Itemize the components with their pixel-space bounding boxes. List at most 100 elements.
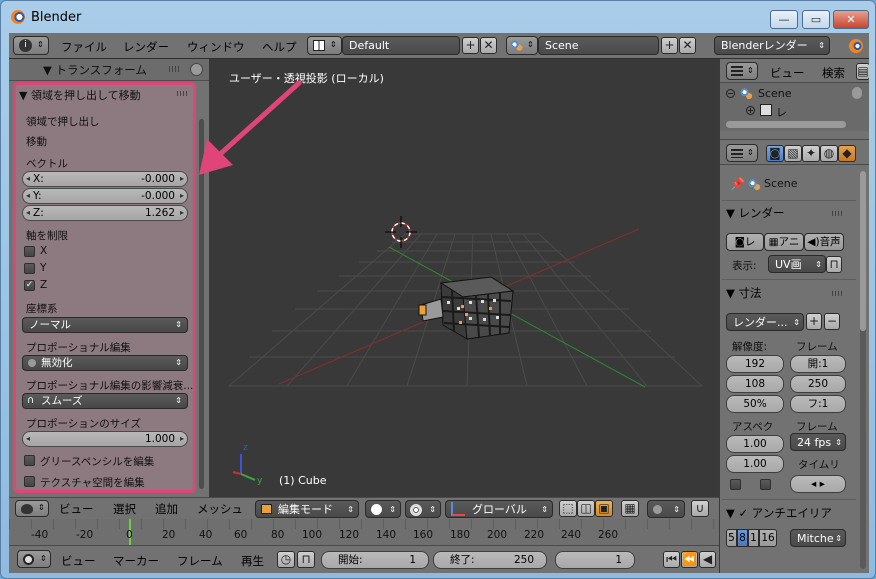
timeline-menu-marker[interactable]: マーカー bbox=[113, 553, 159, 569]
outliner-scene-item[interactable]: Scene bbox=[758, 87, 792, 100]
aa-samples-5[interactable]: 5 bbox=[726, 529, 737, 547]
render-engine-select[interactable]: Blenderレンダー ⇕ bbox=[714, 36, 830, 55]
add-icon[interactable]: + bbox=[462, 37, 479, 54]
aa-samples-8[interactable]: 8 bbox=[737, 529, 748, 547]
minimize-button[interactable]: — bbox=[770, 10, 798, 29]
resolution-percent-field[interactable]: 50% bbox=[726, 395, 784, 413]
menu-window[interactable]: ウィンドウ bbox=[187, 39, 245, 55]
resolution-x-field[interactable]: 192 bbox=[726, 355, 784, 373]
display-select[interactable]: UV画 ⇕ bbox=[768, 255, 826, 273]
display-mode-icon[interactable]: ▤ bbox=[856, 63, 869, 80]
collapse-icon[interactable]: − bbox=[726, 89, 735, 98]
lock-icon[interactable]: ⊓ bbox=[297, 551, 315, 568]
properties-scrollbar[interactable] bbox=[860, 171, 866, 569]
viewport-menu-select[interactable]: 選択 bbox=[113, 501, 136, 517]
render-audio-button[interactable]: ◀)音声 bbox=[804, 233, 844, 251]
frame-end-field[interactable]: 250 bbox=[790, 375, 846, 393]
outliner-vscroll[interactable] bbox=[852, 87, 862, 99]
constraint-y-checkbox[interactable] bbox=[24, 263, 35, 274]
render-preset-select[interactable]: レンダー... ⇕ bbox=[726, 313, 804, 331]
render-image-button[interactable]: ◙レ bbox=[726, 233, 764, 251]
proportional-edit-select[interactable]: ⇕ bbox=[647, 500, 685, 518]
close-icon[interactable]: ✕ bbox=[480, 37, 497, 54]
vector-z-field[interactable]: ◂ Z: 1.262 ▸ bbox=[22, 205, 188, 221]
transform-orientation-select[interactable]: グローバル ⇕ bbox=[445, 500, 553, 518]
object-tab-icon[interactable]: ◆ bbox=[838, 145, 856, 162]
render-animation-button[interactable]: ▦アニ bbox=[764, 233, 804, 251]
editor-type-button[interactable]: ⇕ bbox=[726, 62, 758, 80]
close-button[interactable]: ✕ bbox=[833, 10, 869, 29]
close-icon[interactable]: ✕ bbox=[679, 37, 696, 54]
drag-grip-icon[interactable] bbox=[832, 291, 842, 296]
scene-selector-button[interactable]: ⇕ bbox=[506, 36, 538, 55]
drag-grip-icon[interactable] bbox=[177, 91, 187, 96]
lock-interface-icon[interactable]: ⊓ bbox=[826, 256, 842, 273]
remove-preset-icon[interactable]: − bbox=[824, 313, 840, 330]
aspect-x-field[interactable]: 1.00 bbox=[726, 435, 784, 453]
proportional-size-field[interactable]: ◂ 1.000 ▸ bbox=[22, 431, 188, 447]
render-layers-tab-icon[interactable]: ▧ bbox=[784, 145, 802, 162]
expand-icon[interactable]: + bbox=[746, 106, 755, 115]
menu-help[interactable]: ヘルプ bbox=[262, 39, 297, 55]
dimensions-panel-header[interactable]: ▼ 寸法 bbox=[726, 285, 856, 307]
world-tab-icon[interactable]: ◍ bbox=[820, 145, 838, 162]
pin-icon[interactable] bbox=[190, 63, 203, 76]
scene-tab-icon[interactable]: ✦ bbox=[802, 145, 820, 162]
end-frame-field[interactable]: 終了: 250 bbox=[433, 551, 547, 569]
edge-select-icon[interactable]: ◫ bbox=[577, 500, 595, 517]
start-frame-field[interactable]: 開始: 1 bbox=[321, 551, 429, 569]
pivot-select[interactable]: ⇕ bbox=[405, 500, 441, 518]
jump-start-icon[interactable]: ⏮ bbox=[663, 551, 680, 568]
timeline-ruler[interactable]: -40 -20 0 20 40 60 80 100 120 140 160 18… bbox=[9, 519, 719, 545]
aa-samples-11[interactable]: 1 bbox=[748, 529, 759, 547]
orientation-select[interactable]: ノーマル ⇕ bbox=[22, 317, 188, 333]
snap-magnet-icon[interactable]: ∪ bbox=[691, 500, 709, 517]
timeline-menu-playback[interactable]: 再生 bbox=[241, 553, 264, 569]
proportional-select[interactable]: 無効化 ⇕ bbox=[22, 355, 188, 371]
shading-select[interactable]: ⇕ bbox=[365, 500, 401, 518]
pin-icon[interactable]: 📌 bbox=[730, 177, 745, 191]
maximize-button[interactable]: ▭ bbox=[802, 10, 830, 29]
frame-step-field[interactable]: フ:1 bbox=[790, 395, 846, 413]
outliner-menu-view[interactable]: ビュー bbox=[770, 65, 805, 81]
play-reverse-icon[interactable]: ◀ bbox=[699, 551, 716, 568]
editor-type-button[interactable]: i ⇕ bbox=[13, 36, 49, 55]
render-panel-header[interactable]: ▼ レンダー bbox=[726, 205, 856, 227]
transform-panel-header[interactable]: ▼ トランスフォーム bbox=[9, 59, 209, 81]
outliner-scrollbar[interactable] bbox=[726, 121, 846, 128]
current-frame-field[interactable]: 1 bbox=[555, 551, 635, 569]
occlude-geometry-icon[interactable]: ▦ bbox=[621, 500, 639, 517]
scene-field[interactable]: Scene bbox=[538, 36, 659, 55]
aa-filter-select[interactable]: Mitche ⇕ bbox=[790, 529, 846, 547]
frame-rate-select[interactable]: 24 fps ⇕ bbox=[790, 433, 846, 451]
preview-range-icon[interactable]: ◷ bbox=[277, 551, 295, 568]
aa-samples-16[interactable]: 16 bbox=[759, 529, 777, 547]
vector-y-field[interactable]: ◂ Y: -0.000 ▸ bbox=[22, 188, 188, 204]
drag-grip-icon[interactable] bbox=[832, 211, 842, 216]
editor-type-button[interactable]: ⇕ bbox=[726, 144, 758, 162]
texture-space-checkbox[interactable] bbox=[24, 476, 35, 487]
viewport-menu-mesh[interactable]: メッシュ bbox=[197, 501, 243, 517]
mode-select[interactable]: 編集モード ⇕ bbox=[255, 500, 359, 518]
operator-title[interactable]: ▼ 領域を押し出して移動 bbox=[19, 87, 141, 103]
editor-type-button[interactable]: ⇕ bbox=[15, 500, 49, 517]
screen-layout-field[interactable]: Default bbox=[342, 36, 460, 55]
outliner-menu-search[interactable]: 検索 bbox=[822, 65, 845, 81]
menu-render[interactable]: レンダー bbox=[123, 39, 169, 55]
drag-grip-icon[interactable] bbox=[169, 66, 179, 72]
editor-type-button[interactable]: ⇕ bbox=[17, 550, 51, 568]
add-icon[interactable]: + bbox=[661, 37, 678, 54]
jump-keyframe-back-icon[interactable]: ⏪ bbox=[681, 551, 698, 568]
timeline-menu-view[interactable]: ビュー bbox=[61, 553, 96, 569]
aspect-y-field[interactable]: 1.00 bbox=[726, 455, 784, 473]
time-remap-field[interactable]: ◂ ▸ bbox=[790, 475, 846, 493]
frame-start-field[interactable]: 開:1 bbox=[790, 355, 846, 373]
falloff-select[interactable]: ∩ スムーズ ⇕ bbox=[22, 393, 188, 409]
resolution-y-field[interactable]: 108 bbox=[726, 375, 784, 393]
grease-pencil-checkbox[interactable] bbox=[24, 455, 35, 466]
viewport-menu-view[interactable]: ビュー bbox=[59, 501, 94, 517]
viewport-menu-add[interactable]: 追加 bbox=[155, 501, 178, 517]
constraint-x-checkbox[interactable] bbox=[24, 246, 35, 257]
constraint-z-checkbox[interactable]: ✓ bbox=[24, 280, 35, 291]
vertex-select-icon[interactable]: ⬚ bbox=[559, 500, 577, 517]
